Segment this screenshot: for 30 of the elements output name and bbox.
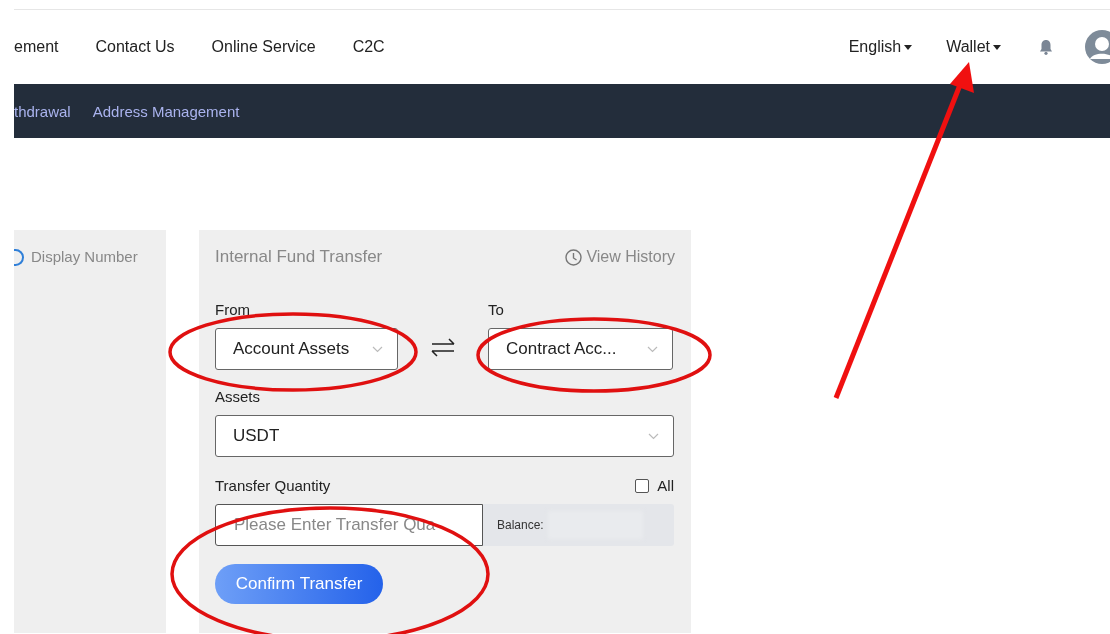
nav-dropdown[interactable]: English	[848, 38, 913, 56]
avatar-icon[interactable]	[1085, 30, 1110, 64]
field-label: Assets	[215, 388, 261, 405]
radio-toggle[interactable]	[14, 249, 24, 266]
chevron-down-icon	[647, 345, 658, 353]
nav-dropdown[interactable]: Wallet	[946, 38, 1001, 56]
bell-icon[interactable]	[1039, 39, 1053, 55]
nav-link[interactable]: C2C	[352, 38, 385, 56]
chevron-down-icon	[372, 345, 383, 353]
field-label: From	[215, 301, 251, 318]
caret-icon	[904, 44, 913, 50]
balance-label: Balance:	[497, 518, 544, 532]
chevron-down-icon	[648, 432, 659, 440]
clock-icon	[565, 248, 583, 266]
nav-link[interactable]: Contact Us	[95, 38, 175, 56]
caret-icon	[993, 44, 1001, 50]
toggle-label: Display Number	[31, 248, 138, 265]
subnav-link[interactable]: thdrawal	[14, 102, 71, 120]
checkbox-label: All	[657, 477, 674, 494]
field-label: Transfer Quantity	[215, 477, 331, 494]
assets-select[interactable]: USDT	[215, 415, 674, 457]
to-select[interactable]: Contract Acc...	[488, 328, 673, 370]
confirm-transfer-button[interactable]: Confirm Transfer	[215, 564, 383, 604]
panel-title: Internal Fund Transfer	[215, 247, 383, 267]
nav-link[interactable]: ement	[14, 38, 59, 56]
from-select[interactable]: Account Assets	[215, 328, 398, 370]
nav-link[interactable]: Online Service	[211, 38, 316, 56]
all-checkbox[interactable]	[635, 478, 650, 493]
field-label: To	[488, 301, 505, 318]
subnav-link[interactable]: Address Management	[92, 102, 240, 120]
